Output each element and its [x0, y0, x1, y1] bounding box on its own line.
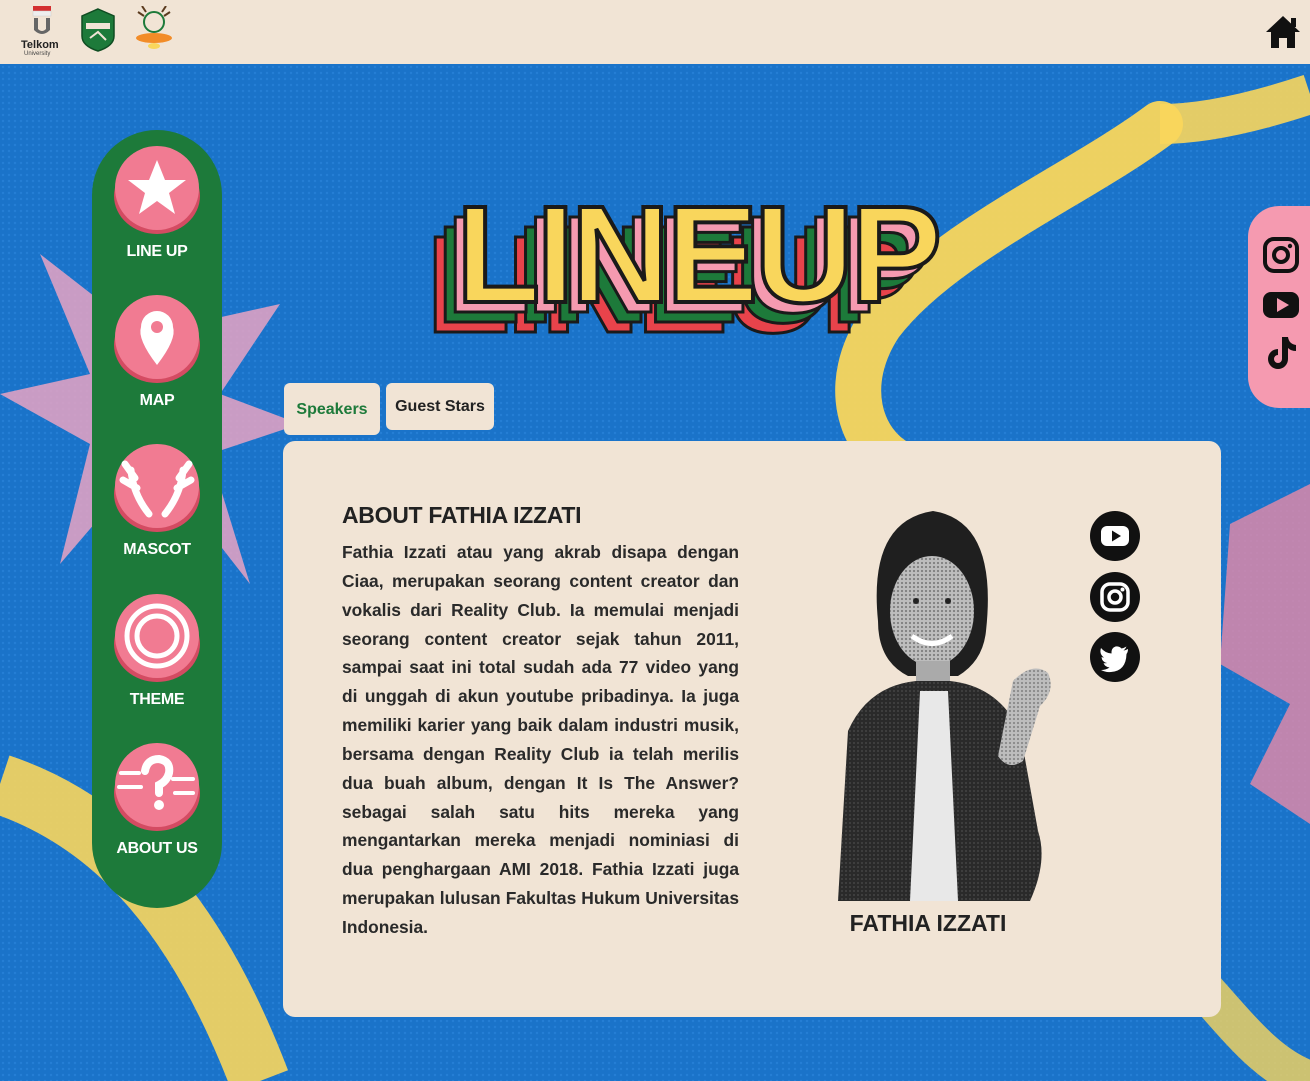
forcy-logo[interactable] — [80, 8, 116, 52]
nav-label: THEME — [129, 691, 185, 708]
nav-label: MAP — [139, 392, 175, 409]
side-navigation: LINE UP MAP MASCOT THEME ABOUT US — [92, 130, 222, 908]
speaker-bio: Fathia Izzati atau yang akrab disapa den… — [342, 542, 739, 937]
youtube-icon[interactable] — [1262, 286, 1300, 324]
map-pin-icon — [114, 295, 200, 383]
question-icon — [114, 743, 200, 831]
title-text: LINEUP — [456, 186, 938, 332]
nav-label: ABOUT US — [116, 840, 198, 857]
antlers-icon — [114, 444, 200, 532]
social-bar — [1248, 206, 1310, 408]
tab-speakers[interactable]: Speakers — [284, 383, 380, 435]
star-icon — [114, 146, 200, 234]
nav-label: MASCOT — [123, 541, 191, 558]
nav-label: LINE UP — [126, 243, 188, 260]
instagram-icon[interactable] — [1090, 572, 1140, 622]
tiktok-icon[interactable] — [1262, 334, 1300, 372]
nav-item-about-us[interactable]: ABOUT US — [92, 743, 222, 873]
nav-item-line-up[interactable]: LINE UP — [92, 146, 222, 276]
rings-icon — [114, 594, 200, 682]
top-bar: Telkom University — [0, 0, 1310, 64]
about-title: ABOUT FATHIA IZZATI — [342, 502, 582, 528]
nav-item-map[interactable]: MAP — [92, 295, 222, 425]
home-icon[interactable] — [1264, 14, 1302, 50]
logo-text: Telkom — [21, 39, 59, 51]
lineup-title: LINEUP LINEUP LINEUP LINEUP — [412, 176, 1092, 364]
logo-subtext: University — [24, 51, 51, 57]
nav-item-theme[interactable]: THEME — [92, 594, 222, 724]
tab-guest-stars[interactable]: Guest Stars — [386, 383, 494, 430]
instagram-icon[interactable] — [1262, 236, 1300, 274]
youtube-icon[interactable] — [1090, 511, 1140, 561]
telkom-university-logo[interactable]: Telkom University — [20, 6, 66, 58]
twitter-icon[interactable] — [1090, 632, 1140, 682]
speaker-photo — [808, 501, 1058, 901]
nav-item-mascot[interactable]: MASCOT — [92, 444, 222, 574]
speaker-name: FATHIA IZZATI — [849, 910, 1007, 936]
festival-logo[interactable] — [134, 5, 174, 50]
speaker-card: ABOUT FATHIA IZZATI Fathia Izzati atau y… — [283, 441, 1221, 1017]
